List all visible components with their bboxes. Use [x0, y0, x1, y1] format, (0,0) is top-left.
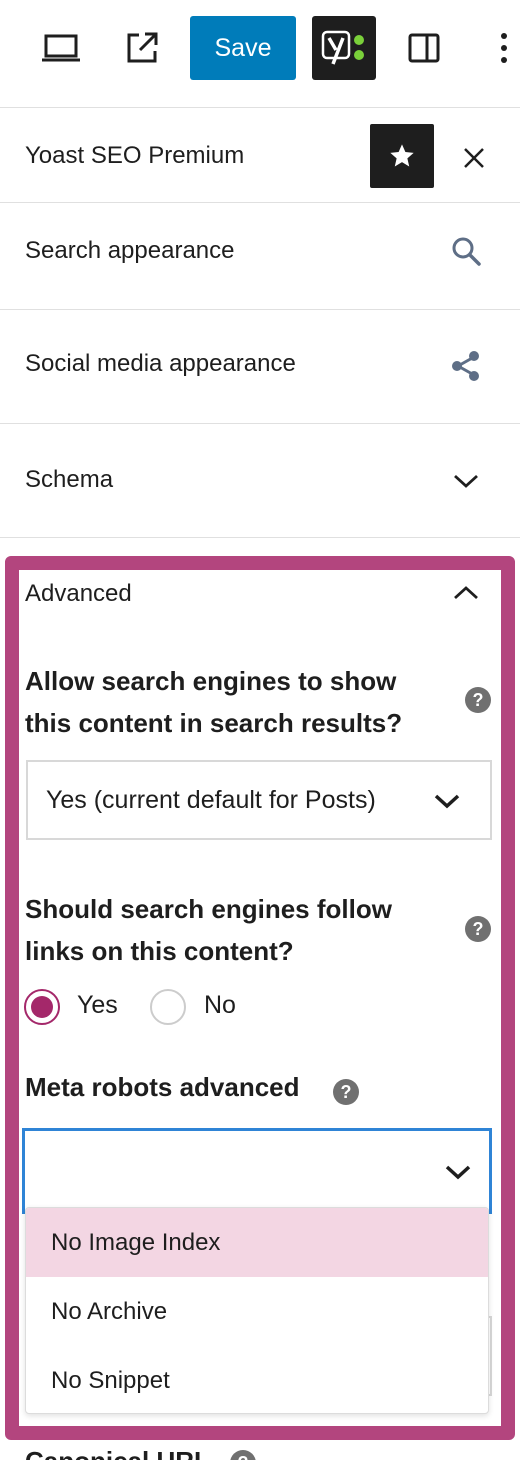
help-icon[interactable]: ? — [465, 916, 491, 942]
follow-no-radio[interactable] — [150, 989, 186, 1025]
meta-robots-multiselect[interactable] — [22, 1128, 492, 1214]
star-icon — [390, 144, 414, 167]
help-icon[interactable]: ? — [465, 687, 491, 713]
meta-robots-dropdown: No Image Index No Archive No Snippet — [25, 1207, 489, 1414]
section-label: Search appearance — [25, 237, 235, 264]
desktop-preview-icon — [42, 34, 80, 62]
pin-favorite-button[interactable] — [370, 124, 434, 188]
section-schema[interactable]: Schema — [0, 424, 520, 538]
yoast-panel-header: Yoast SEO Premium — [0, 108, 520, 203]
chevron-down-icon — [450, 466, 482, 496]
follow-yes-radio[interactable] — [24, 989, 60, 1025]
dropdown-option-no-archive[interactable]: No Archive — [26, 1277, 488, 1346]
section-label: Schema — [25, 466, 114, 493]
editor-toolbar: Save — [0, 0, 520, 108]
save-button[interactable]: Save — [190, 16, 296, 80]
chevron-up-icon[interactable] — [448, 578, 484, 608]
help-icon[interactable]: ? — [230, 1450, 256, 1460]
dropdown-option-no-snippet[interactable]: No Snippet — [26, 1346, 488, 1413]
panel-title: Yoast SEO Premium — [25, 142, 245, 169]
chevron-down-icon[interactable] — [443, 1157, 473, 1187]
canonical-url-label: Canonical URL — [25, 1446, 210, 1460]
view-post-button[interactable] — [110, 16, 174, 80]
index-select[interactable]: Yes (current default for Posts) — [26, 760, 492, 840]
index-question-line: Allow search engines to show — [25, 666, 397, 696]
index-question-label: Allow search engines to show this conten… — [25, 660, 445, 744]
yoast-icon — [321, 30, 364, 65]
external-link-icon — [127, 32, 158, 63]
section-social-appearance[interactable]: Social media appearance — [0, 310, 520, 424]
index-select-value: Yes (current default for Posts) — [46, 786, 376, 814]
chevron-down-icon — [432, 786, 462, 816]
close-panel-button[interactable] — [452, 136, 496, 180]
follow-yes-label[interactable]: Yes — [77, 991, 118, 1020]
follow-question-label: Should search engines follow links on th… — [25, 888, 445, 972]
more-options-button[interactable] — [472, 16, 520, 80]
follow-question-line: Should search engines follow — [25, 894, 392, 924]
close-icon — [464, 148, 484, 168]
more-options-icon — [501, 33, 507, 63]
follow-question-line: links on this content? — [25, 936, 294, 966]
follow-no-label[interactable]: No — [204, 991, 236, 1020]
sidebar-toggle-button[interactable] — [392, 16, 456, 80]
desktop-preview-button[interactable] — [30, 16, 94, 80]
section-advanced-label[interactable]: Advanced — [25, 580, 132, 608]
dropdown-option-no-image-index[interactable]: No Image Index — [26, 1208, 488, 1277]
search-icon — [448, 233, 484, 269]
sidebar-toggle-icon — [408, 33, 440, 63]
help-icon[interactable]: ? — [333, 1079, 359, 1105]
meta-robots-label: Meta robots advanced — [25, 1072, 300, 1102]
section-search-appearance[interactable]: Search appearance — [0, 203, 520, 310]
index-question-line: this content in search results? — [25, 708, 403, 738]
yoast-toggle-button[interactable] — [312, 16, 376, 80]
share-icon — [448, 348, 484, 384]
section-label: Social media appearance — [25, 350, 296, 377]
